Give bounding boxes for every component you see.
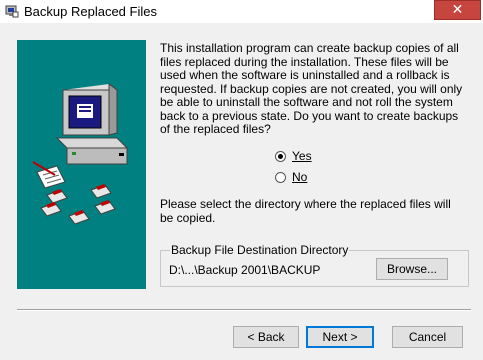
yes-label: Yes bbox=[292, 149, 312, 163]
backup-dialog: Backup Replaced Files ✕ This installatio… bbox=[0, 0, 483, 360]
computer-illustration bbox=[32, 83, 129, 225]
footer-separator bbox=[17, 309, 471, 311]
browse-button[interactable]: Browse... bbox=[376, 258, 448, 280]
close-icon: ✕ bbox=[451, 2, 464, 18]
no-option[interactable]: No bbox=[275, 170, 307, 184]
directory-prompt: Please select the directory where the re… bbox=[160, 197, 451, 225]
intro-text: This installation program can create bac… bbox=[160, 41, 463, 136]
installer-app-icon bbox=[5, 5, 19, 18]
yes-option[interactable]: Yes bbox=[275, 149, 312, 163]
title-bar: Backup Replaced Files ✕ bbox=[0, 0, 483, 23]
next-button[interactable]: Next > bbox=[306, 326, 374, 348]
cancel-button[interactable]: Cancel bbox=[392, 326, 463, 348]
close-button[interactable]: ✕ bbox=[434, 0, 481, 20]
side-illustration-panel bbox=[17, 40, 146, 289]
destination-group-label: Backup File Destination Directory bbox=[170, 243, 350, 257]
destination-path: D:\...\Backup 2001\BACKUP bbox=[169, 263, 321, 277]
no-label: No bbox=[292, 170, 308, 184]
back-button[interactable]: < Back bbox=[233, 326, 299, 348]
no-radio[interactable] bbox=[275, 171, 286, 183]
yes-radio[interactable] bbox=[275, 150, 286, 162]
window-title: Backup Replaced Files bbox=[24, 4, 157, 19]
